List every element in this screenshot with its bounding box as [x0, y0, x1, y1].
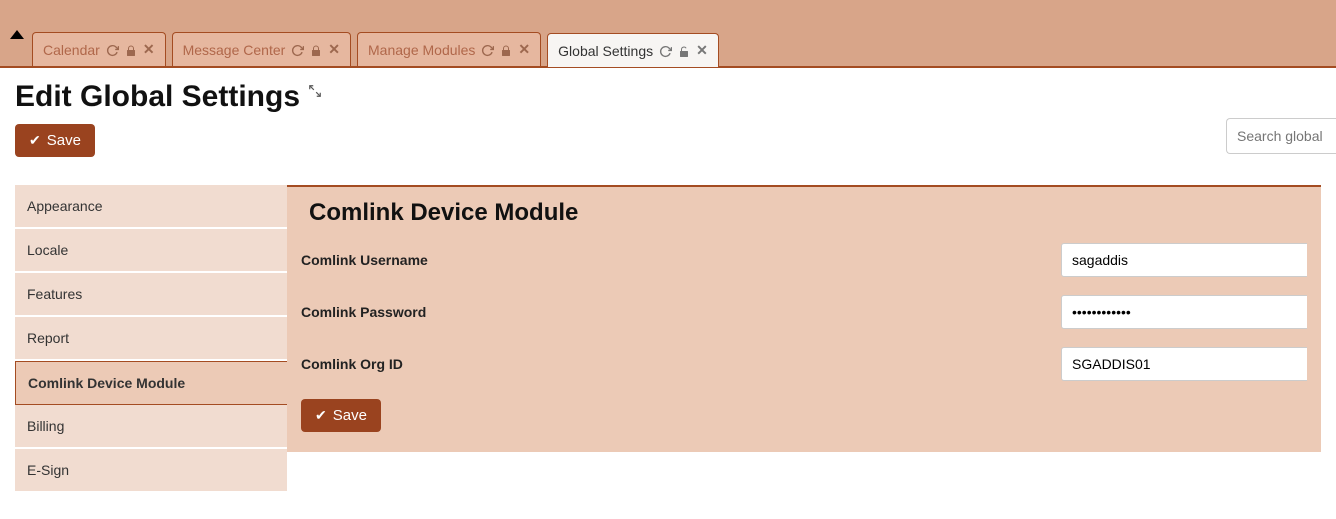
- settings-sidebar: Appearance Locale Features Report Comlin…: [15, 185, 287, 493]
- password-label: Comlink Password: [301, 304, 1061, 320]
- sidebar-item-esign[interactable]: E-Sign: [15, 449, 287, 493]
- form-row-orgid: Comlink Org ID: [301, 347, 1307, 381]
- page-body: Edit Global Settings ✔ Save Appearance L…: [0, 68, 1336, 493]
- tabs-container: Calendar ✕ Message Center ✕ Manage Modul…: [32, 32, 719, 66]
- close-icon[interactable]: ✕: [696, 42, 708, 59]
- panel-save-label: Save: [333, 407, 367, 424]
- tab-label: Global Settings: [558, 43, 653, 59]
- close-icon[interactable]: ✕: [518, 41, 530, 58]
- collapse-caret-icon[interactable]: [10, 30, 24, 39]
- top-tab-bar: Calendar ✕ Message Center ✕ Manage Modul…: [0, 0, 1336, 68]
- close-icon[interactable]: ✕: [328, 41, 340, 58]
- sidebar-item-billing[interactable]: Billing: [15, 405, 287, 449]
- refresh-icon[interactable]: [481, 42, 494, 57]
- sidebar-item-locale[interactable]: Locale: [15, 229, 287, 273]
- panel-save-button[interactable]: ✔ Save: [301, 399, 381, 432]
- page-title: Edit Global Settings: [15, 80, 300, 114]
- sidebar-item-appearance[interactable]: Appearance: [15, 185, 287, 229]
- save-button-label: Save: [47, 132, 81, 149]
- search-input[interactable]: [1226, 118, 1336, 154]
- form-row-username: Comlink Username: [301, 243, 1307, 277]
- orgid-label: Comlink Org ID: [301, 356, 1061, 372]
- tab-message-center[interactable]: Message Center ✕: [172, 32, 351, 66]
- sidebar-item-features[interactable]: Features: [15, 273, 287, 317]
- password-input[interactable]: [1061, 295, 1307, 329]
- sidebar-item-comlink-device-module[interactable]: Comlink Device Module: [15, 361, 287, 405]
- username-input[interactable]: [1061, 243, 1307, 277]
- panel-title: Comlink Device Module: [309, 199, 1307, 227]
- check-icon: ✔: [29, 132, 41, 149]
- settings-panel: Comlink Device Module Comlink Username C…: [287, 185, 1321, 452]
- refresh-icon[interactable]: [659, 43, 672, 58]
- tab-manage-modules[interactable]: Manage Modules ✕: [357, 32, 541, 66]
- tab-global-settings[interactable]: Global Settings ✕: [547, 33, 719, 67]
- lock-icon[interactable]: [500, 42, 512, 57]
- sidebar-item-report[interactable]: Report: [15, 317, 287, 361]
- form-row-password: Comlink Password: [301, 295, 1307, 329]
- check-icon: ✔: [315, 407, 327, 424]
- username-label: Comlink Username: [301, 252, 1061, 268]
- close-icon[interactable]: ✕: [143, 41, 155, 58]
- tab-calendar[interactable]: Calendar ✕: [32, 32, 166, 66]
- lock-icon[interactable]: [310, 42, 322, 57]
- orgid-input[interactable]: [1061, 347, 1307, 381]
- refresh-icon[interactable]: [291, 42, 304, 57]
- tab-label: Manage Modules: [368, 42, 475, 58]
- save-button[interactable]: ✔ Save: [15, 124, 95, 157]
- unlock-icon[interactable]: [678, 43, 690, 58]
- refresh-icon[interactable]: [106, 42, 119, 57]
- tab-label: Message Center: [183, 42, 286, 58]
- expand-icon[interactable]: [308, 82, 322, 98]
- lock-icon[interactable]: [125, 42, 137, 57]
- tab-label: Calendar: [43, 42, 100, 58]
